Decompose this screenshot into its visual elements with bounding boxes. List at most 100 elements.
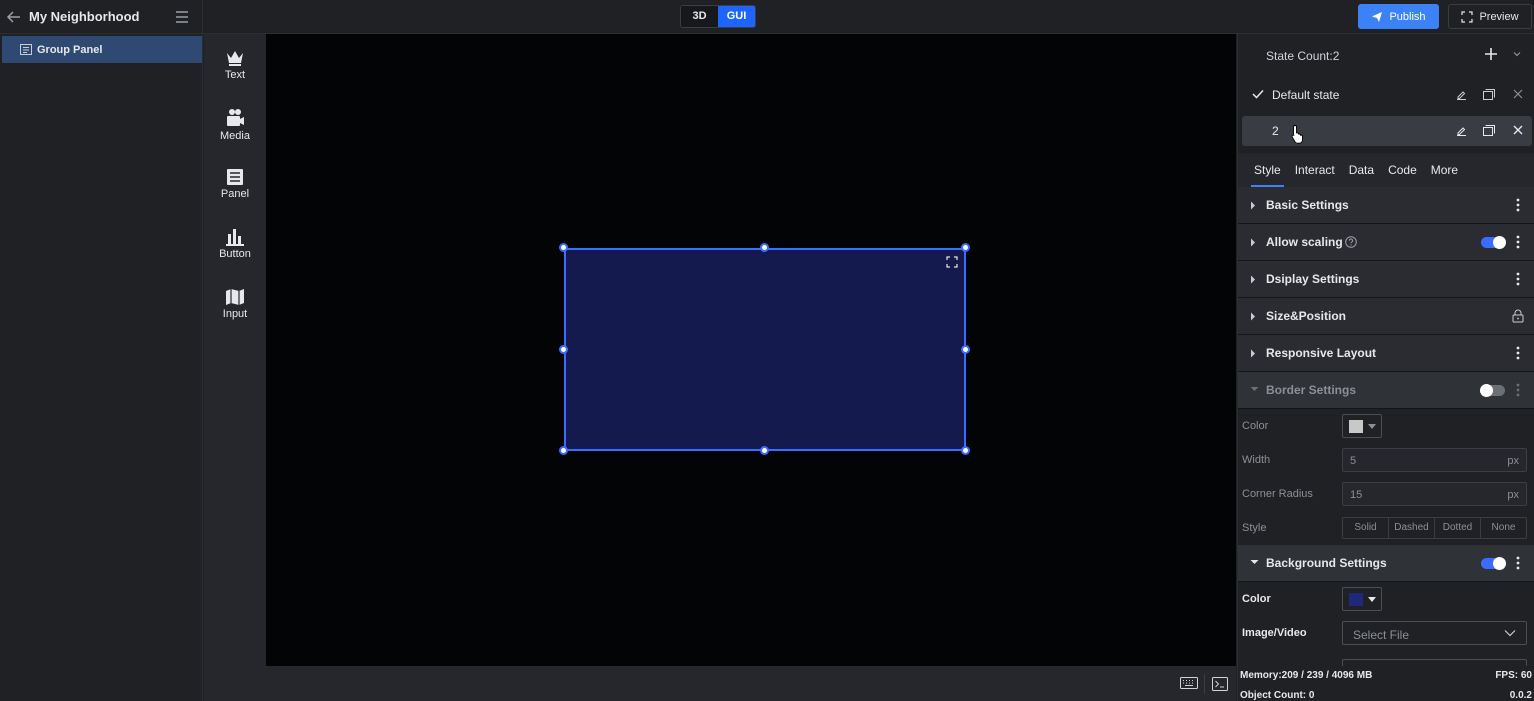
publish-button[interactable]: Publish (1358, 4, 1439, 29)
divider (202, 0, 203, 34)
section-size-position[interactable]: Size&Position (1238, 298, 1534, 335)
more-vertical-icon[interactable] (1516, 272, 1520, 286)
style-dashed-button[interactable]: Dashed (1389, 518, 1435, 538)
close-icon[interactable] (1513, 89, 1523, 99)
style-solid-button[interactable]: Solid (1343, 518, 1389, 538)
input-unit: px (1507, 489, 1519, 501)
background-toggle[interactable] (1481, 557, 1506, 570)
section-label: Border Settings (1266, 383, 1357, 397)
section-label: Dsiplay Settings (1266, 272, 1360, 286)
tab-code[interactable]: Code (1381, 153, 1424, 187)
select-placeholder: Select File (1353, 628, 1410, 642)
border-width-label: Width (1242, 454, 1271, 466)
section-border-settings[interactable]: Border Settings (1238, 372, 1534, 409)
border-width-input[interactable]: 5 px (1342, 448, 1527, 472)
input-icon (225, 288, 245, 306)
component-label: Media (220, 130, 250, 142)
tab-more[interactable]: More (1424, 153, 1465, 187)
component-button[interactable]: Button (204, 228, 266, 278)
tab-interact[interactable]: Interact (1288, 153, 1342, 187)
more-vertical-icon[interactable] (1516, 383, 1520, 397)
section-background-settings[interactable]: Background Settings (1238, 545, 1534, 582)
help-icon[interactable] (1345, 236, 1357, 248)
component-text[interactable]: Text (204, 49, 266, 99)
edit-icon[interactable] (1456, 125, 1467, 136)
keyboard-icon[interactable] (1180, 677, 1198, 689)
border-style-group: Solid Dashed Dotted None (1342, 517, 1527, 539)
lock-icon[interactable] (1512, 309, 1524, 323)
color-swatch (1349, 593, 1363, 606)
more-vertical-icon[interactable] (1516, 346, 1520, 360)
layers-panel: Group Panel (0, 34, 203, 701)
corner-radius-input[interactable]: 15 px (1342, 482, 1527, 506)
input-unit: px (1507, 455, 1519, 467)
version-value: 0.0.2 (1509, 690, 1532, 701)
fullscreen-icon[interactable] (946, 256, 958, 268)
border-toggle[interactable] (1480, 384, 1505, 397)
section-responsive-layout[interactable]: Responsive Layout (1238, 335, 1534, 372)
close-icon[interactable] (1513, 125, 1523, 135)
state-row-default[interactable]: Default state (1242, 80, 1532, 110)
section-allow-scaling[interactable]: Allow scaling (1238, 224, 1534, 261)
status-bar: Memory:209 / 239 / 4096 MB FPS: 60 Objec… (1237, 666, 1534, 701)
component-input[interactable]: Input (204, 288, 266, 338)
preview-button[interactable]: Preview (1448, 4, 1532, 29)
more-vertical-icon[interactable] (1516, 198, 1520, 212)
group-panel-widget[interactable] (564, 248, 966, 451)
background-color-picker[interactable] (1342, 587, 1382, 611)
state-name: Default state (1272, 88, 1340, 102)
object-count: Object Count: 0 (1240, 690, 1315, 701)
terminal-icon[interactable] (1212, 677, 1228, 691)
check-icon (1252, 89, 1264, 99)
select-file-dropdown[interactable]: Select File (1342, 621, 1527, 645)
layer-label: Group Panel (37, 43, 103, 56)
section-display-settings[interactable]: Dsiplay Settings (1238, 261, 1534, 298)
border-color-picker[interactable] (1342, 414, 1382, 438)
component-media[interactable]: Media (204, 108, 266, 158)
add-state-icon[interactable] (1483, 46, 1499, 62)
top-bar: My Neighborhood 3D GUI Publish Preview (0, 0, 1534, 34)
resize-handle-bottom-right[interactable] (961, 446, 970, 455)
resize-handle-top[interactable] (760, 243, 769, 252)
section-label: Basic Settings (1266, 198, 1349, 212)
resize-handle-right[interactable] (961, 345, 970, 354)
resize-handle-top-right[interactable] (961, 243, 970, 252)
layer-item-group-panel[interactable]: Group Panel (2, 36, 202, 63)
chevron-down-icon[interactable] (1512, 50, 1522, 58)
edit-icon[interactable] (1456, 89, 1467, 100)
publish-label: Publish (1389, 10, 1426, 23)
input-value: 15 (1350, 489, 1363, 501)
memory-readout: Memory:209 / 239 / 4096 MB (1240, 670, 1373, 681)
gui-canvas[interactable] (266, 34, 1236, 666)
caret-right-icon (1250, 201, 1256, 210)
panel-icon (20, 44, 32, 55)
mode-gui-button[interactable]: GUI (718, 6, 755, 27)
resize-handle-bottom-left[interactable] (559, 446, 568, 455)
style-dotted-button[interactable]: Dotted (1435, 518, 1481, 538)
state-name: 2 (1272, 124, 1279, 138)
section-label: Responsive Layout (1266, 346, 1377, 360)
section-basic-settings[interactable]: Basic Settings (1238, 187, 1534, 224)
back-arrow-icon[interactable] (6, 9, 22, 25)
send-icon (1371, 11, 1383, 23)
section-label: Size&Position (1266, 309, 1347, 323)
tab-style[interactable]: Style (1247, 153, 1288, 187)
caret-down-icon (1368, 597, 1376, 602)
resize-handle-left[interactable] (559, 345, 568, 354)
component-panel[interactable]: Panel (204, 168, 266, 218)
state-row-2[interactable]: 2 (1242, 116, 1532, 146)
more-vertical-icon[interactable] (1516, 235, 1520, 249)
border-style-label: Style (1242, 522, 1267, 534)
copy-icon[interactable] (1483, 125, 1495, 136)
tab-data[interactable]: Data (1342, 153, 1381, 187)
style-none-button[interactable]: None (1481, 518, 1526, 538)
allow-scaling-toggle[interactable] (1481, 236, 1506, 249)
components-toolbar: Text Media Panel Button Input (204, 34, 266, 701)
resize-handle-top-left[interactable] (559, 243, 568, 252)
mode-3d-button[interactable]: 3D (681, 6, 718, 27)
hamburger-menu-icon[interactable] (174, 9, 190, 25)
resize-handle-bottom[interactable] (760, 446, 769, 455)
copy-icon[interactable] (1483, 89, 1495, 100)
more-vertical-icon[interactable] (1516, 556, 1520, 570)
caret-right-icon (1250, 275, 1256, 284)
